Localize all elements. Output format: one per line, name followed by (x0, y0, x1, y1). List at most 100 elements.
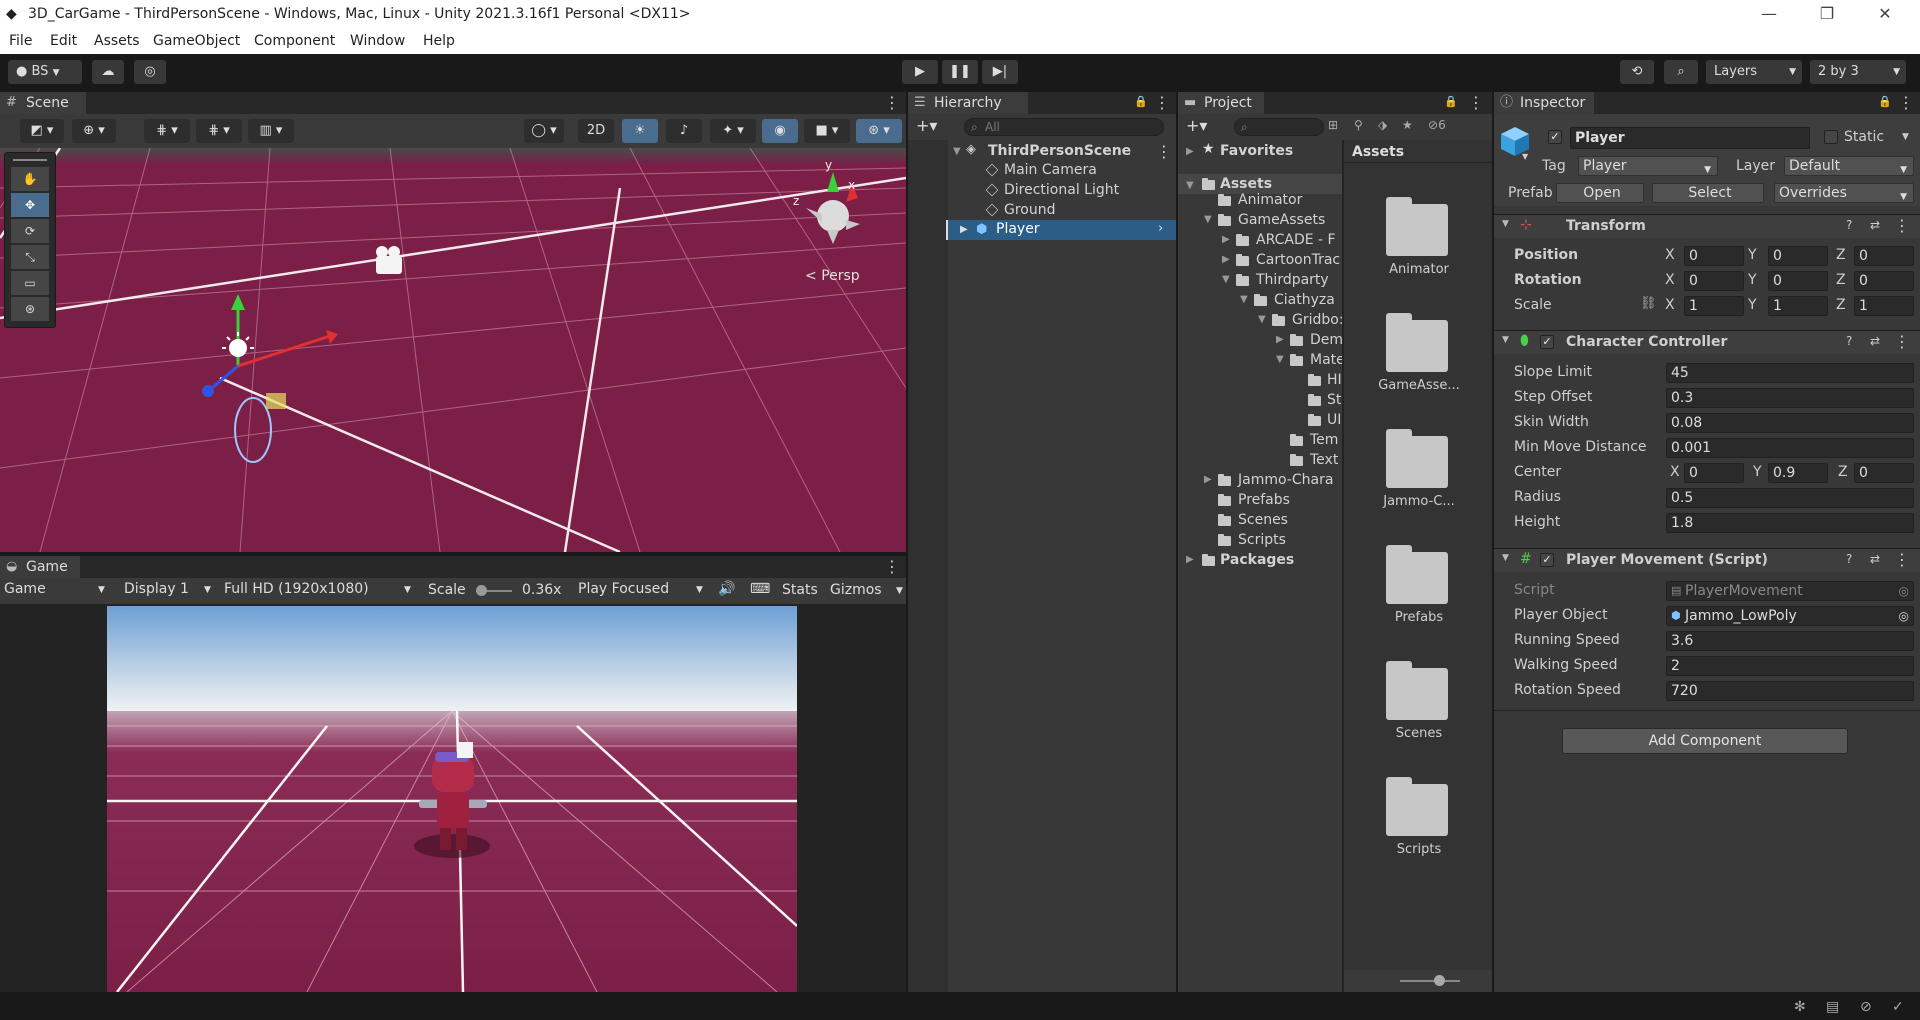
transform-tool-icon[interactable]: ⊛ (11, 297, 49, 321)
tree-node[interactable]: Gridbo: (1292, 312, 1344, 328)
scale-x-field[interactable]: 1 (1684, 296, 1744, 316)
tab-scene[interactable]: # Scene (0, 92, 86, 114)
asset-item[interactable]: GameAsse... (1364, 378, 1474, 393)
hidden-objects-icon[interactable]: ◉ (762, 119, 798, 143)
running-speed-field[interactable]: 3.6 (1666, 631, 1914, 651)
transform-header[interactable]: ▼ ⊹ Transform ? ⇄ ⋮ (1494, 214, 1920, 238)
globe-icon[interactable]: ⊕ ▾ (72, 119, 116, 143)
add-icon[interactable]: +▾ (916, 116, 937, 135)
folder-icon[interactable] (1386, 313, 1448, 372)
chevron-down-icon[interactable]: ▼ (1902, 132, 1909, 142)
resolution-dropdown[interactable]: Full HD (1920x1080) ▼ (224, 581, 416, 601)
tab-game[interactable]: ◒ Game (0, 556, 80, 578)
rotation-speed-field[interactable]: 720 (1666, 681, 1914, 701)
folder-icon[interactable] (1386, 661, 1448, 720)
tree-node[interactable]: CartoonTrac (1256, 252, 1340, 268)
tree-node[interactable]: HI (1327, 372, 1342, 388)
tab-inspector[interactable]: ⓘ Inspector (1494, 92, 1594, 114)
lock-icon[interactable]: 🔒 (1444, 95, 1458, 108)
menu-window[interactable]: Window (350, 33, 405, 49)
tree-node[interactable]: Tem (1310, 432, 1338, 448)
favorites-node[interactable]: Favorites (1220, 143, 1293, 159)
link-icon[interactable]: ⛓ (1640, 296, 1657, 311)
layers-dropdown[interactable]: Layers ▼ (1706, 60, 1802, 84)
hierarchy-item[interactable]: Ground (1004, 202, 1056, 218)
tree-node[interactable]: Mate (1310, 352, 1345, 368)
step-offset-field[interactable]: 0.3 (1666, 388, 1914, 408)
folder-icon[interactable] (1386, 777, 1448, 836)
prefab-overrides-dropdown[interactable]: Overrides ▼ (1774, 183, 1914, 203)
close-window-button[interactable]: ✕ (1862, 0, 1908, 30)
hierarchy-item[interactable]: Directional Light (1004, 182, 1119, 198)
help-icon[interactable]: ? (1846, 334, 1852, 348)
hierarchy-item-selected[interactable]: ▶ ⬢ Player › (948, 220, 1176, 240)
scene-menu-icon[interactable]: ⋮ (1156, 142, 1172, 161)
expand-arrow-icon[interactable]: ▶ (1276, 334, 1284, 345)
folder-icon[interactable] (1386, 545, 1448, 604)
tree-node[interactable]: St (1327, 392, 1341, 408)
grid-visibility-icon[interactable]: ▥ ▾ (248, 119, 294, 143)
prefab-open-button[interactable]: Open (1556, 183, 1644, 203)
menu-file[interactable]: File (9, 33, 32, 49)
expand-arrow-icon[interactable]: ▼ (1204, 214, 1212, 225)
hand-tool-icon[interactable]: ✋ (11, 167, 49, 191)
menu-assets[interactable]: Assets (94, 33, 140, 49)
rotation-x-field[interactable]: 0 (1684, 271, 1744, 291)
rect-tool-icon[interactable]: ▭ (11, 271, 49, 295)
expand-arrow-icon[interactable]: ▶ (1186, 146, 1194, 157)
more-menu-icon[interactable]: ⋮ (1894, 332, 1910, 351)
tree-node[interactable]: Ciathyza (1274, 292, 1335, 308)
history-icon[interactable]: ⟲ (1620, 60, 1654, 84)
audio-icon[interactable]: ♪ (666, 119, 702, 143)
tree-node[interactable]: Jammo-Chara (1238, 472, 1333, 488)
lighting-status-icon[interactable]: ✻ (1794, 999, 1806, 1015)
tree-node[interactable]: Scenes (1238, 512, 1288, 528)
tree-node[interactable]: ARCADE - F (1256, 232, 1336, 248)
toggle-2d-button[interactable]: 2D (578, 119, 614, 143)
rotate-tool-icon[interactable]: ⟳ (11, 219, 49, 243)
asset-item[interactable]: Animator (1364, 262, 1474, 277)
more-menu-icon[interactable]: ⋮ (1154, 93, 1170, 112)
star-icon[interactable]: ★ (1402, 118, 1413, 132)
lock-icon[interactable]: 🔒 (1134, 95, 1148, 108)
gizmos-icon[interactable]: ⊛ ▾ (856, 119, 902, 143)
height-field[interactable]: 1.8 (1666, 513, 1914, 533)
game-render[interactable] (107, 606, 797, 992)
icon-size-slider[interactable] (1400, 975, 1460, 986)
tree-node[interactable]: GameAssets (1238, 212, 1325, 228)
object-picker-icon[interactable]: ◎ (1899, 607, 1909, 625)
object-name-field[interactable]: Player (1570, 127, 1810, 149)
active-checkbox[interactable]: ✓ (1548, 130, 1562, 144)
camera-settings-icon[interactable]: ■ ▾ (804, 119, 850, 143)
expand-arrow-icon[interactable]: ▼ (1502, 219, 1509, 229)
layer-dropdown[interactable]: Default ▼ (1784, 156, 1914, 176)
more-menu-icon[interactable]: ⋮ (1894, 550, 1910, 569)
hidden-packages-icon[interactable]: ⊘6 (1428, 118, 1446, 132)
static-checkbox[interactable] (1824, 130, 1838, 144)
gizmos-dropdown[interactable]: Gizmos (830, 582, 882, 598)
tree-node[interactable]: UI (1327, 412, 1341, 428)
status-check-icon[interactable]: ✓ (1892, 999, 1904, 1015)
preset-icon[interactable]: ⇄ (1870, 218, 1880, 232)
play-button[interactable]: ▶ (902, 60, 938, 84)
grid-snap-icon[interactable]: ⋕ ▾ (144, 119, 190, 143)
asset-item[interactable]: Jammo-C... (1364, 494, 1474, 509)
prefab-select-button[interactable]: Select (1652, 183, 1764, 203)
scale-z-field[interactable]: 1 (1854, 296, 1914, 316)
cache-server-icon[interactable]: ▤ (1826, 999, 1839, 1015)
expand-arrow-icon[interactable]: ▶ (960, 224, 968, 235)
snap-increment-icon[interactable]: ⋕ ▾ (196, 119, 242, 143)
pause-button[interactable]: ❚❚ (942, 60, 978, 84)
search-by-type-icon[interactable]: ⊞ (1328, 118, 1338, 132)
center-z-field[interactable]: 0 (1854, 463, 1914, 483)
folder-icon[interactable] (1386, 197, 1448, 256)
chevron-right-icon[interactable]: › (1158, 221, 1163, 236)
tag-dropdown[interactable]: Player ▼ (1578, 156, 1718, 176)
tree-node[interactable]: Thirdparty (1256, 272, 1329, 288)
tree-node[interactable]: Prefabs (1238, 492, 1290, 508)
menu-gameobject[interactable]: GameObject (153, 33, 240, 49)
more-menu-icon[interactable]: ⋮ (884, 93, 900, 112)
center-x-field[interactable]: 0 (1684, 463, 1744, 483)
expand-arrow-icon[interactable]: ▼ (1186, 180, 1194, 191)
lock-icon[interactable]: 🔒 (1878, 95, 1892, 108)
